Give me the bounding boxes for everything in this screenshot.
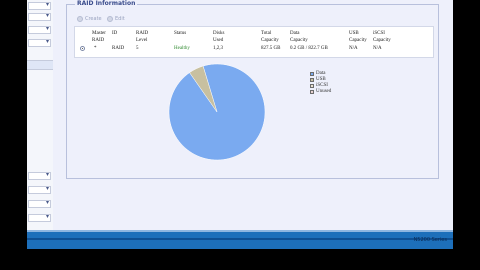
row-select-radio[interactable] (80, 46, 85, 51)
sidebar-dropdown[interactable]: ▾ (28, 199, 51, 208)
app-window: ▾ ▾ ▾ ▾ ▾ ▾ ▾ ▾ RAID Information Create … (27, 0, 453, 249)
column-header: ID (112, 31, 118, 36)
sidebar-dropdown[interactable]: ▾ (28, 185, 51, 194)
sidebar-dropdown[interactable]: ▾ (28, 12, 51, 21)
column-header: Disks Used (213, 31, 225, 43)
chevron-down-icon: ▾ (45, 185, 49, 192)
sidebar-dropdown[interactable]: ▾ (28, 38, 51, 47)
column-header: Data Capacity (290, 31, 308, 43)
data-capacity-cell: 0.2 GB / 822.7 GB (290, 46, 328, 51)
usb-capacity-cell: N/A (349, 46, 358, 51)
edit-label: Edit (115, 16, 125, 22)
chevron-down-icon: ▾ (45, 199, 49, 206)
legend-item: Unused (310, 89, 331, 95)
sidebar-dropdown[interactable]: ▾ (28, 25, 51, 34)
column-header: Master RAID (92, 31, 106, 43)
chevron-down-icon: ▾ (45, 38, 49, 45)
raid-info-panel: RAID Information Create Edit Master RAID… (66, 0, 439, 179)
status-bar: N5200 Series (27, 230, 453, 249)
chevron-down-icon: ▾ (45, 171, 49, 178)
column-header: Total Capacity (261, 31, 279, 43)
panel-title: RAID Information (75, 0, 138, 7)
status-bar-stripe (27, 238, 453, 240)
raid-table: Master RAID ID RAID Level Status Disks U… (74, 26, 434, 58)
sidebar-dropdown[interactable]: ▾ (28, 213, 51, 222)
sidebar: ▾ ▾ ▾ ▾ ▾ ▾ ▾ ▾ (27, 0, 54, 230)
sidebar-dropdown[interactable]: ▾ (28, 171, 51, 180)
master-raid-cell: * (94, 46, 97, 51)
legend-swatch (310, 78, 314, 82)
column-header: RAID Level (136, 31, 149, 43)
disks-used-cell: 1,2,3 (213, 46, 223, 51)
legend-swatch (310, 90, 314, 94)
capacity-chart-area: Data USB iSCSI Unused (67, 60, 438, 178)
status-bar-text: N5200 Series (413, 237, 447, 243)
create-label: Create (85, 16, 102, 22)
main-content: RAID Information Create Edit Master RAID… (53, 0, 453, 230)
iscsi-capacity-cell: N/A (373, 46, 382, 51)
total-capacity-cell: 827.5 GB (261, 46, 281, 51)
legend-swatch (310, 72, 314, 76)
chevron-down-icon: ▾ (45, 213, 49, 220)
column-header: USB Capacity (349, 31, 367, 43)
column-header: iSCSI Capacity (373, 31, 391, 43)
legend-label: Unused (316, 89, 332, 94)
chevron-down-icon: ▾ (45, 1, 49, 8)
status-cell: Healthy (174, 46, 190, 51)
create-button[interactable]: Create (77, 15, 102, 23)
sidebar-dropdown[interactable]: ▾ (28, 1, 51, 10)
edit-button[interactable]: Edit (107, 15, 125, 23)
legend-swatch (310, 84, 314, 88)
sidebar-selected-item[interactable] (27, 60, 53, 70)
edit-icon (107, 16, 113, 22)
raid-level-cell: 5 (136, 46, 139, 51)
column-header: Status (174, 31, 187, 36)
chevron-down-icon: ▾ (45, 25, 49, 32)
create-icon (77, 16, 83, 22)
raid-id-cell: RAID (112, 46, 125, 51)
capacity-pie-chart (168, 63, 266, 161)
chevron-down-icon: ▾ (45, 12, 49, 19)
